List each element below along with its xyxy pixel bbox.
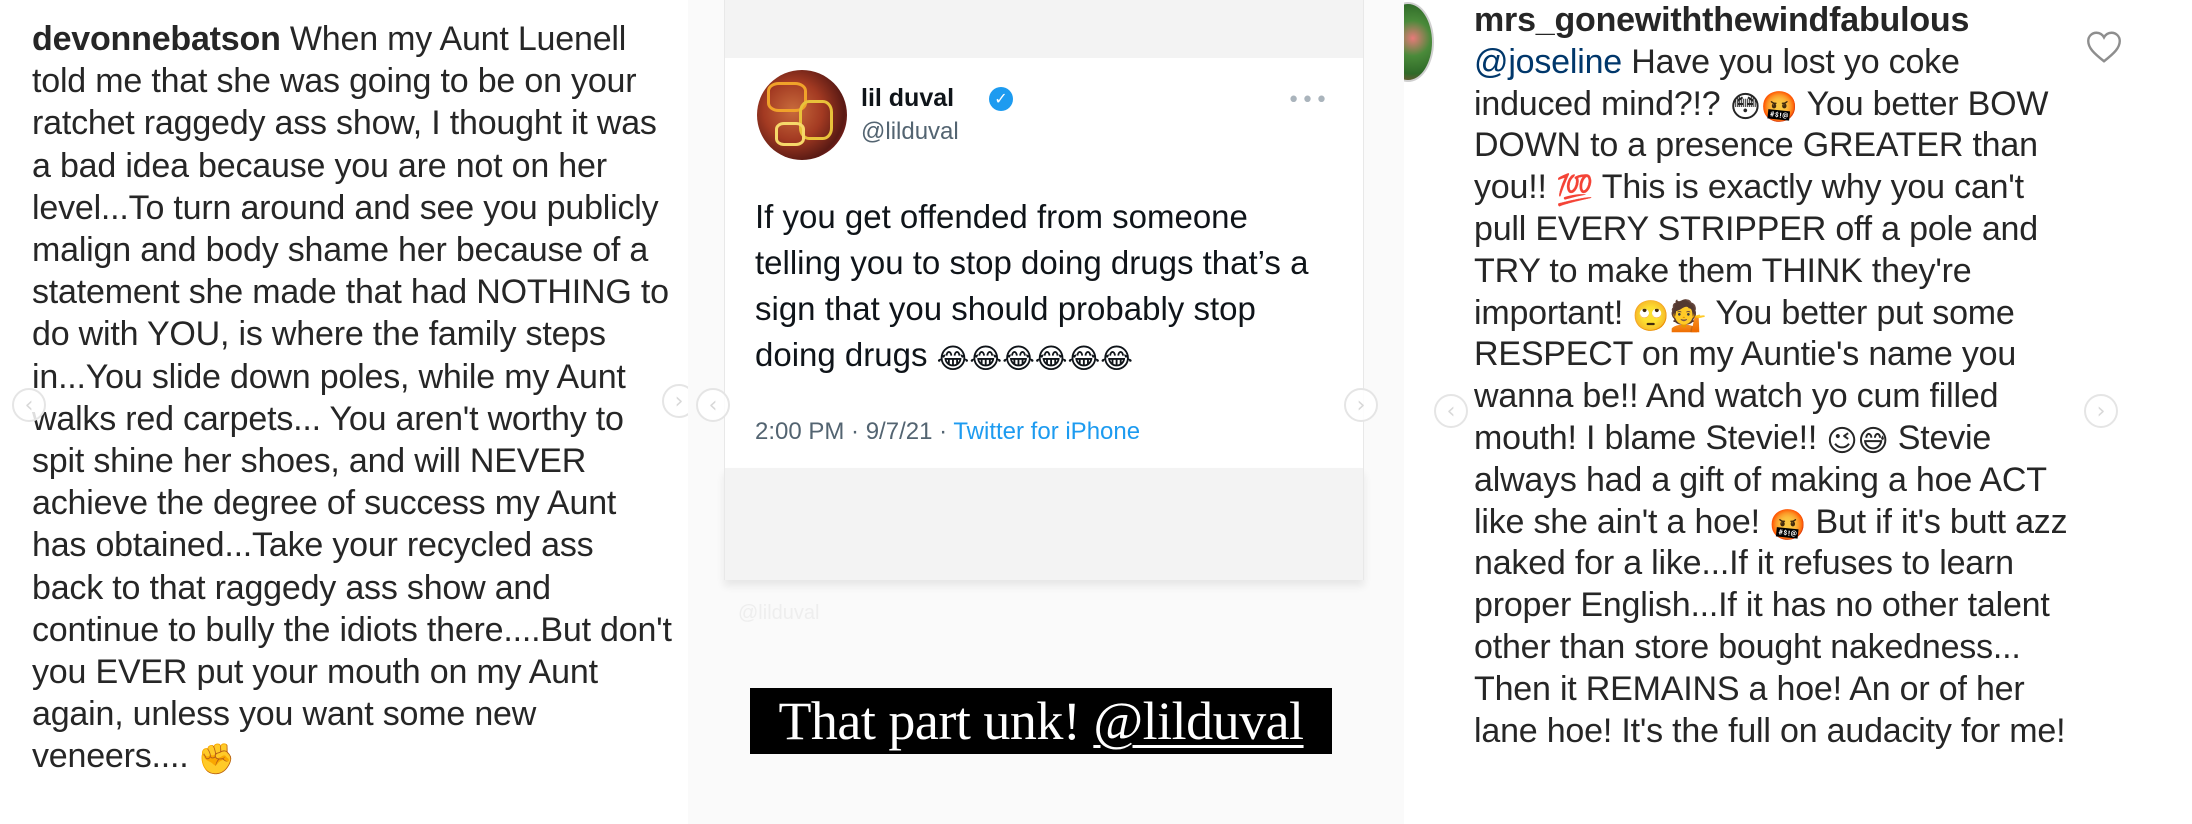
tweet-emojis: 😂😂😂😂😂😂 bbox=[936, 342, 1133, 375]
chevron-left-icon: ‹ bbox=[708, 392, 718, 418]
chevron-left-icon: ‹ bbox=[24, 392, 34, 418]
left-comment-body: devonnebatson When my Aunt Luenell told … bbox=[32, 18, 672, 778]
left-comment-screenshot: devonnebatson When my Aunt Luenell told … bbox=[0, 0, 688, 824]
wink-sweat-smile-emoji: 😉😅 bbox=[1826, 423, 1889, 459]
tweet-card: lil duval ✓ @lilduval ••• If you get off… bbox=[724, 58, 1364, 468]
carousel-next-button[interactable]: › bbox=[662, 384, 688, 418]
carousel-next-button[interactable]: › bbox=[1344, 388, 1378, 422]
tweet-source-link[interactable]: Twitter for iPhone bbox=[953, 418, 1140, 445]
chevron-right-icon: › bbox=[674, 388, 684, 414]
carousel-prev-button[interactable]: ‹ bbox=[696, 388, 730, 422]
left-comment-text: When my Aunt Luenell told me that she wa… bbox=[32, 20, 672, 776]
tweet-story-screenshot: lil duval ✓ @lilduval ••• If you get off… bbox=[688, 0, 1404, 824]
eyeroll-tipping-hand-emoji: 🙄💁 bbox=[1632, 298, 1707, 334]
tweet-handle[interactable]: @lilduval bbox=[861, 118, 959, 146]
right-comment-screenshot: mrs_gonewiththewindfabulous @joseline Ha… bbox=[1404, 0, 2192, 824]
right-comment-username[interactable]: mrs_gonewiththewindfabulous bbox=[1474, 1, 1969, 39]
chevron-right-icon: › bbox=[2096, 398, 2106, 424]
tweet-display-name[interactable]: lil duval bbox=[861, 84, 954, 113]
carousel-prev-button[interactable]: ‹ bbox=[12, 388, 46, 422]
right-comment-mention[interactable]: @joseline bbox=[1474, 43, 1622, 81]
carousel-next-button[interactable]: › bbox=[2084, 394, 2118, 428]
hundred-emoji: 💯 bbox=[1555, 173, 1594, 209]
more-horizontal-icon[interactable]: ••• bbox=[1287, 88, 1329, 113]
carousel-prev-button[interactable]: ‹ bbox=[1434, 394, 1468, 428]
chevron-left-icon: ‹ bbox=[1446, 398, 1456, 424]
verified-badge-icon: ✓ bbox=[989, 87, 1013, 111]
story-watermark: @lilduval bbox=[738, 602, 820, 624]
tweet-text: If you get offended from someone telling… bbox=[755, 194, 1335, 378]
tweet-time: 2:00 PM · 9/7/21 · bbox=[755, 418, 954, 445]
tweet-bottom-strip bbox=[724, 468, 1364, 580]
tweet-top-strip bbox=[724, 0, 1364, 58]
caption-text: That part unk! bbox=[778, 691, 1081, 751]
tweet-avatar[interactable] bbox=[757, 70, 847, 160]
cursing-face-emoji: 🤬 bbox=[1769, 507, 1807, 543]
heart-icon[interactable] bbox=[2086, 30, 2122, 64]
raised-fist-emoji: ✊ bbox=[197, 742, 235, 778]
tweet-timestamp: 2:00 PM · 9/7/21 · Twitter for iPhone bbox=[755, 418, 1140, 446]
commenter-avatar[interactable] bbox=[1404, 2, 1434, 82]
caption-mention[interactable]: @lilduval bbox=[1093, 690, 1304, 752]
story-caption: That part unk! @lilduval bbox=[750, 688, 1332, 754]
right-comment-body: mrs_gonewiththewindfabulous @joseline Ha… bbox=[1474, 0, 2074, 752]
flushed-angry-emoji: 😳🤬 bbox=[1729, 89, 1798, 125]
left-comment-username[interactable]: devonnebatson bbox=[32, 20, 281, 58]
chevron-right-icon: › bbox=[1356, 392, 1366, 418]
